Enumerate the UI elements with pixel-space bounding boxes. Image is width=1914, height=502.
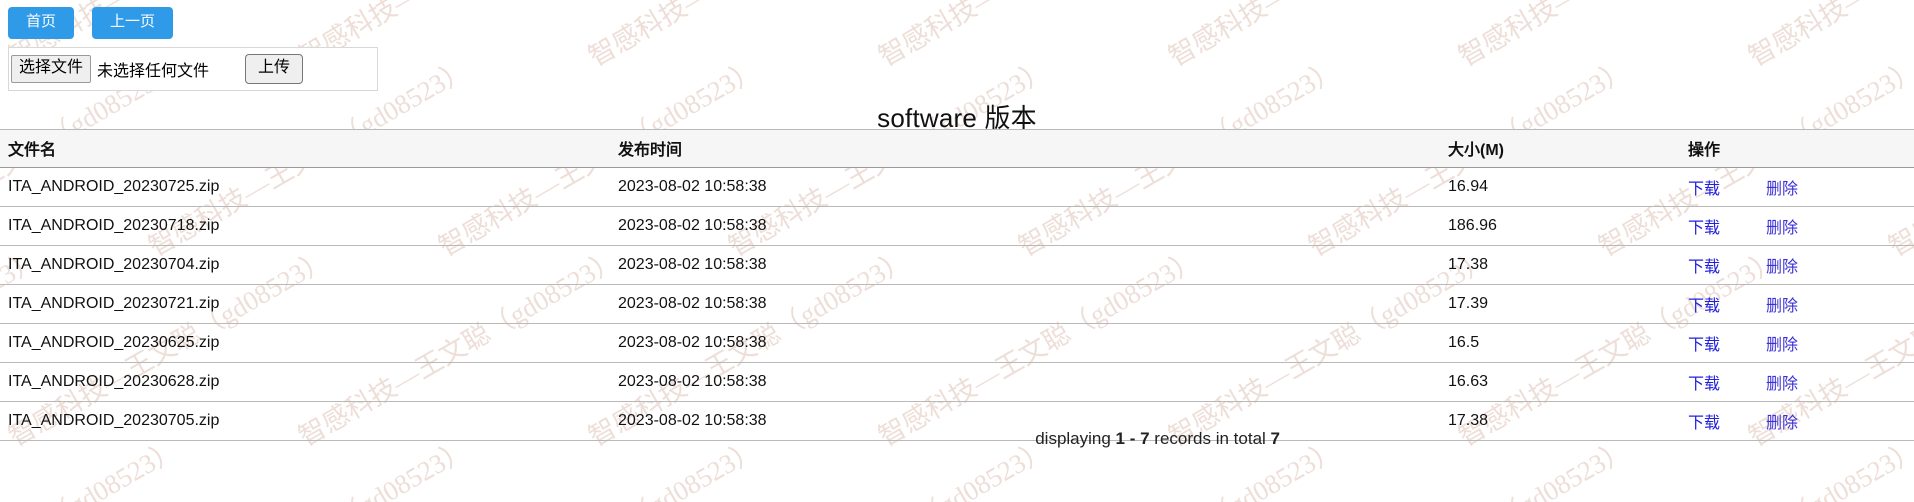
watermark-text: 智感科技—王文聪（gd08523） <box>1450 0 1785 74</box>
cell-filename: ITA_ANDROID_20230704.zip <box>0 245 618 285</box>
column-header-size: 大小(M) <box>1448 129 1688 168</box>
table-row: ITA_ANDROID_20230705.zip 2023-08-02 10:58… <box>0 401 1914 441</box>
cell-filename: ITA_ANDROID_20230625.zip <box>0 323 618 363</box>
cell-filename: ITA_ANDROID_20230705.zip <box>0 401 618 441</box>
cell-size: 186.96 <box>1448 206 1688 246</box>
footer-range: 1 - 7 <box>1115 429 1150 448</box>
cell-publish-time: 2023-08-02 10:58:38 <box>618 284 1448 324</box>
footer-total: 7 <box>1270 429 1280 448</box>
table-row: ITA_ANDROID_20230704.zip 2023-08-02 10:58… <box>0 245 1914 285</box>
delete-link[interactable]: 删除 <box>1766 220 1798 237</box>
top-navigation-bar: 首页 上一页 <box>8 7 174 39</box>
delete-link[interactable]: 删除 <box>1766 337 1798 354</box>
cell-filename: ITA_ANDROID_20230718.zip <box>0 206 618 246</box>
cell-size: 17.38 <box>1448 245 1688 285</box>
prev-page-button[interactable]: 上一页 <box>92 7 174 39</box>
cell-actions: 下载 删除 <box>1688 245 1914 285</box>
cell-actions: 下载 删除 <box>1688 284 1914 324</box>
watermark-text: 智感科技—王文聪（gd08523） <box>870 0 1205 74</box>
delete-link[interactable]: 删除 <box>1766 181 1798 198</box>
table-header: 文件名 发布时间 大小(M) 操作 <box>0 129 1914 168</box>
download-link[interactable]: 下载 <box>1688 181 1720 198</box>
delete-link[interactable]: 删除 <box>1766 259 1798 276</box>
home-button[interactable]: 首页 <box>8 7 75 39</box>
delete-link[interactable]: 删除 <box>1766 298 1798 315</box>
table-row: ITA_ANDROID_20230721.zip 2023-08-02 10:58… <box>0 284 1914 324</box>
column-header-publish-time: 发布时间 <box>618 129 1448 168</box>
table-row: ITA_ANDROID_20230625.zip 2023-08-02 10:58… <box>0 323 1914 363</box>
download-link[interactable]: 下载 <box>1688 376 1720 393</box>
cell-publish-time: 2023-08-02 10:58:38 <box>618 362 1448 402</box>
table-body: ITA_ANDROID_20230725.zip 2023-08-02 10:58… <box>0 167 1914 441</box>
cell-size: 16.63 <box>1448 362 1688 402</box>
cell-size: 16.94 <box>1448 167 1688 207</box>
download-link[interactable]: 下载 <box>1688 337 1720 354</box>
cell-publish-time: 2023-08-02 10:58:38 <box>618 245 1448 285</box>
cell-publish-time: 2023-08-02 10:58:38 <box>618 323 1448 363</box>
cell-actions: 下载 删除 <box>1688 401 1914 441</box>
software-version-table: 文件名 发布时间 大小(M) 操作 ITA_ANDROID_20230725.z… <box>0 129 1914 441</box>
delete-link[interactable]: 删除 <box>1766 415 1798 432</box>
download-link[interactable]: 下载 <box>1688 259 1720 276</box>
cell-actions: 下载 删除 <box>1688 362 1914 402</box>
footer-prefix: displaying <box>1035 429 1116 448</box>
cell-size: 16.5 <box>1448 323 1688 363</box>
table-row: ITA_ANDROID_20230725.zip 2023-08-02 10:58… <box>0 167 1914 207</box>
record-count-footer: displaying 1 - 7 records in total 7 <box>1035 429 1280 449</box>
cell-filename: ITA_ANDROID_20230725.zip <box>0 167 618 207</box>
table-header-row: 文件名 发布时间 大小(M) 操作 <box>0 129 1914 168</box>
delete-link[interactable]: 删除 <box>1766 376 1798 393</box>
cell-publish-time: 2023-08-02 10:58:38 <box>618 401 1448 441</box>
cell-size: 17.38 <box>1448 401 1688 441</box>
download-link[interactable]: 下载 <box>1688 415 1720 432</box>
table-row: ITA_ANDROID_20230718.zip 2023-08-02 10:58… <box>0 206 1914 246</box>
download-link[interactable]: 下载 <box>1688 220 1720 237</box>
cell-size: 17.39 <box>1448 284 1688 324</box>
cell-actions: 下载 删除 <box>1688 323 1914 363</box>
cell-publish-time: 2023-08-02 10:58:38 <box>618 167 1448 207</box>
table-row: ITA_ANDROID_20230628.zip 2023-08-02 10:58… <box>0 362 1914 402</box>
watermark-text: 智感科技—王文聪（gd08523） <box>1740 0 1914 74</box>
column-header-action: 操作 <box>1688 129 1914 168</box>
cell-filename: ITA_ANDROID_20230721.zip <box>0 284 618 324</box>
cell-publish-time: 2023-08-02 10:58:38 <box>618 206 1448 246</box>
column-header-filename: 文件名 <box>0 129 618 168</box>
upload-form: 选择文件 未选择任何文件 上传 <box>8 47 378 91</box>
watermark-text: 智感科技—王文聪（gd08523） <box>1160 0 1495 74</box>
download-link[interactable]: 下载 <box>1688 298 1720 315</box>
selected-file-label: 未选择任何文件 <box>97 63 210 80</box>
footer-middle: records in total <box>1149 429 1271 448</box>
cell-actions: 下载 删除 <box>1688 167 1914 207</box>
choose-file-button[interactable]: 选择文件 <box>11 55 92 83</box>
upload-button[interactable]: 上传 <box>245 54 304 84</box>
cell-actions: 下载 删除 <box>1688 206 1914 246</box>
watermark-text: 智感科技—王文聪（gd08523） <box>580 0 915 74</box>
cell-filename: ITA_ANDROID_20230628.zip <box>0 362 618 402</box>
